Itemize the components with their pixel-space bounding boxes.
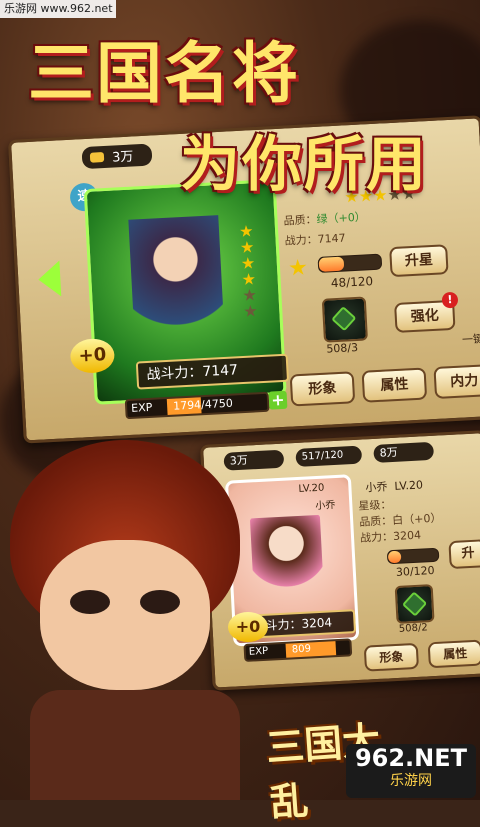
hero-illustration	[0, 420, 260, 800]
item-slot-2[interactable]	[394, 584, 435, 624]
power-row-2: 战力：3204	[359, 528, 422, 545]
add-exp-button[interactable]: +	[268, 390, 288, 410]
upstar-progress-text-2: 30/120	[395, 563, 435, 579]
star-icon: ★	[287, 255, 309, 282]
gold-counter: 3万	[81, 143, 153, 170]
site-watermark: 乐游网 www.962.net	[0, 0, 116, 18]
brand-watermark: 962.NET 乐游网	[346, 744, 476, 798]
gem-icon	[331, 305, 357, 332]
upstar-progress-text: 48/120	[330, 274, 374, 291]
hero-portrait-2	[249, 514, 325, 615]
gem-icon	[401, 591, 428, 617]
upstar-progress	[317, 253, 383, 273]
energy-counter: 517/120	[295, 445, 363, 467]
card-level: LV.20	[298, 482, 325, 495]
name-row: 小乔 LV.20	[365, 478, 424, 495]
power-row: 战力：7147	[284, 231, 346, 248]
headline-line2: 为你所用	[180, 130, 428, 200]
star-row: 星级：	[358, 498, 392, 513]
upstar-button-2[interactable]: 升	[448, 539, 480, 570]
gold-icon	[89, 152, 105, 163]
tab-appearance[interactable]: 形象	[289, 371, 356, 407]
hero-card[interactable]: ★ ★ ★ ★ ★ ★ 战斗力：7147	[83, 179, 290, 405]
prev-hero-arrow-icon[interactable]	[37, 260, 62, 298]
item-slot[interactable]	[321, 296, 368, 343]
tab-inner-power[interactable]: 内力	[433, 363, 480, 400]
hero-portrait	[128, 215, 226, 360]
item-count: 508/3	[326, 340, 359, 356]
headline-line1: 三国名将	[28, 35, 300, 112]
tab-attributes[interactable]: 属性	[361, 367, 428, 403]
hero-star-column: ★ ★ ★ ★ ★ ★	[238, 221, 259, 321]
upstar-progress-2	[386, 547, 440, 565]
upstar-button[interactable]: 升星	[389, 244, 449, 278]
card-power: 战斗力：7147	[135, 353, 290, 390]
tab-attributes-2[interactable]: 属性	[427, 639, 480, 669]
card-name: 小乔	[315, 500, 336, 513]
silver-counter: 8万	[373, 441, 435, 463]
item-count-2: 508/2	[398, 622, 428, 635]
one-click-label: 一键	[461, 332, 480, 347]
alert-badge: !	[441, 291, 459, 309]
tab-appearance-2[interactable]: 形象	[363, 642, 420, 672]
quality-row: 品质：绿（+0）	[283, 210, 367, 228]
